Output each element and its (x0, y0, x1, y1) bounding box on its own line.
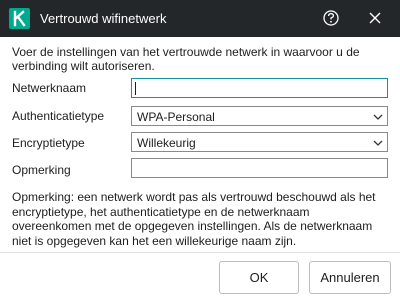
chevron-down-icon (373, 140, 383, 146)
text-caret (135, 82, 136, 95)
encryption-type-value: Willekeurig (137, 136, 196, 150)
kaspersky-k-logo (9, 8, 30, 29)
chevron-down-icon (373, 114, 383, 120)
ok-button[interactable]: OK (219, 261, 299, 294)
close-icon (369, 12, 381, 24)
intro-text: Voer de instellingen van het vertrouwde … (12, 45, 360, 73)
auth-type-label: Authenticatietype (12, 109, 105, 123)
auth-type-value: WPA-Personal (137, 110, 215, 124)
comment-input[interactable] (131, 158, 388, 178)
auth-type-select[interactable]: WPA-Personal (131, 106, 388, 126)
dialog-titlebar: Vertrouwd wifinetwerk (0, 0, 400, 37)
help-button[interactable] (318, 6, 344, 30)
close-button[interactable] (362, 6, 388, 30)
comment-label: Opmerking (12, 163, 71, 177)
network-name-input[interactable] (131, 78, 388, 98)
encryption-type-label: Encryptietype (12, 136, 85, 150)
help-icon (323, 10, 339, 26)
footer-divider (0, 252, 400, 253)
cancel-button[interactable]: Annuleren (309, 261, 391, 294)
network-name-label: Netwerknaam (12, 81, 87, 95)
note-text: Opmerking: een netwerk wordt pas als ver… (12, 190, 376, 248)
dialog-title: Vertrouwd wifinetwerk (40, 11, 167, 26)
encryption-type-select[interactable]: Willekeurig (131, 132, 388, 152)
